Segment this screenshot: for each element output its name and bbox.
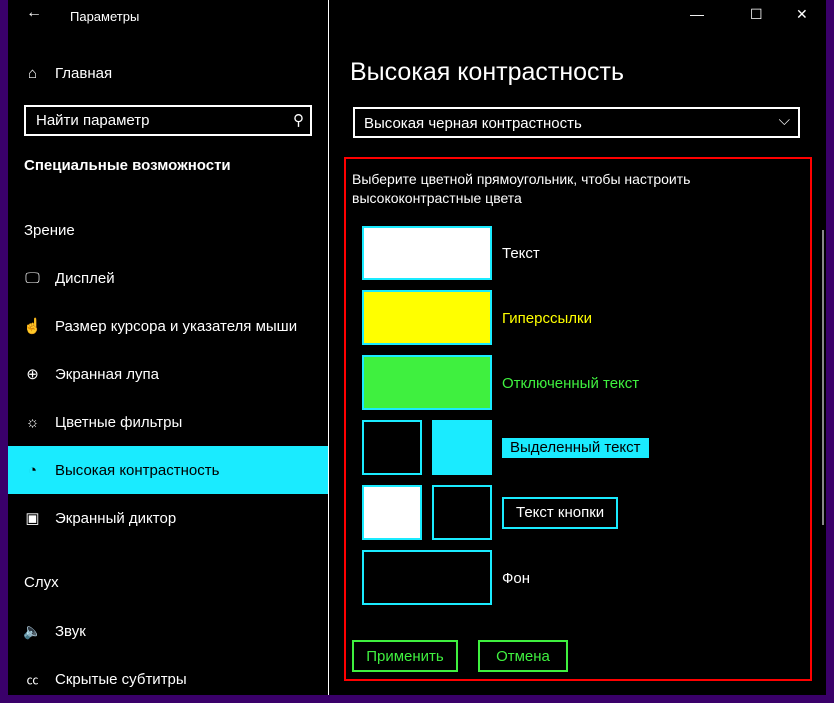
sidebar-item-captions[interactable]: ㏄ Скрытые субтитры (8, 655, 328, 703)
sidebar-item-audio[interactable]: 🔈 Звук (8, 607, 328, 655)
display-icon: 🖵 (25, 269, 40, 287)
magnifier-icon: ⊕ (26, 366, 39, 383)
disabled-label: Отключенный текст (502, 375, 640, 392)
captions-icon: ㏄ (26, 672, 39, 687)
maximize-button[interactable]: ☐ (750, 6, 763, 23)
selected-text-label: Выделенный текст (502, 438, 649, 458)
apply-button[interactable]: Применить (352, 640, 458, 672)
text-color-swatch[interactable] (362, 226, 492, 280)
selected-text-color-swatch[interactable] (362, 420, 422, 475)
button-text-color-swatch[interactable] (362, 485, 422, 540)
minimize-button[interactable]: — (690, 6, 704, 22)
window-title: Параметры (70, 9, 140, 24)
search-placeholder: Найти параметр (36, 112, 150, 129)
sidebar-item-high-contrast[interactable]: ◔ Высокая контрастность (8, 446, 328, 494)
search-icon[interactable]: ⚲ (293, 111, 304, 129)
cursor-icon: ☝ (23, 318, 42, 335)
home-icon: ⌂ (27, 64, 38, 82)
label: Размер курсора и указателя мыши (55, 317, 298, 335)
label: Высокая контрастность (55, 461, 220, 479)
sidebar-item-narrator[interactable]: ▣ Экранный диктор (8, 494, 328, 542)
label: Скрытые субтитры (55, 670, 187, 688)
section-vision: Зрение (24, 222, 75, 239)
section-hearing: Слух (24, 574, 59, 591)
button-text-label: Текст кнопки (502, 497, 619, 529)
selected-bg-color-swatch[interactable] (432, 420, 492, 475)
label: Звук (55, 622, 86, 640)
category-heading: Специальные возможности (24, 157, 231, 174)
label: Экранный диктор (55, 509, 177, 527)
instruction-text: Выберите цветной прямоугольник, чтобы на… (352, 171, 691, 206)
theme-select[interactable]: Высокая черная контрастность ⌵ (353, 107, 800, 138)
close-button[interactable]: ✕ (796, 6, 808, 23)
cancel-button[interactable]: Отмена (478, 640, 568, 672)
sidebar-item-cursor[interactable]: ☝ Размер курсора и указателя мыши (8, 302, 328, 350)
hyperlink-color-swatch[interactable] (362, 290, 492, 345)
background-color-swatch[interactable] (362, 550, 492, 605)
sidebar-item-display[interactable]: 🖵 Дисплей (8, 254, 328, 302)
theme-select-value: Высокая черная контрастность (364, 115, 582, 132)
label: Экранная лупа (55, 365, 159, 383)
button-bg-color-swatch[interactable] (432, 485, 492, 540)
sidebar-item-color-filters[interactable]: ☼ Цветные фильтры (8, 398, 328, 446)
label: Цветные фильтры (55, 413, 183, 431)
divider (328, 0, 329, 695)
label: Дисплей (55, 269, 115, 287)
settings-window: ← Параметры ⌂ Главная Найти параметр ⚲ Спе… (8, 0, 826, 695)
back-button[interactable]: ← (26, 4, 42, 22)
sidebar-item-magnifier[interactable]: ⊕ Экранная лупа (8, 350, 328, 398)
sun-icon: ☼ (25, 413, 40, 431)
search-input[interactable]: Найти параметр ⚲ (24, 105, 312, 136)
sidebar-item-home[interactable]: ⌂ Главная (8, 49, 328, 97)
narrator-icon: ▣ (25, 510, 40, 527)
background-label: Фон (502, 570, 531, 587)
palette-icon: ◔ (27, 461, 38, 479)
disabled-color-swatch[interactable] (362, 355, 492, 410)
page-title: Высокая контрастность (350, 58, 625, 86)
speaker-icon: 🔈 (23, 623, 42, 640)
home-label: Главная (55, 64, 113, 82)
hyperlink-label: Гиперссылки (502, 310, 592, 327)
scrollbar[interactable] (822, 230, 824, 525)
text-label: Текст (502, 245, 540, 262)
chevron-down-icon: ⌵ (778, 112, 790, 129)
sidebar: ← Параметры ⌂ Главная Найти параметр ⚲ Спе… (8, 0, 328, 695)
